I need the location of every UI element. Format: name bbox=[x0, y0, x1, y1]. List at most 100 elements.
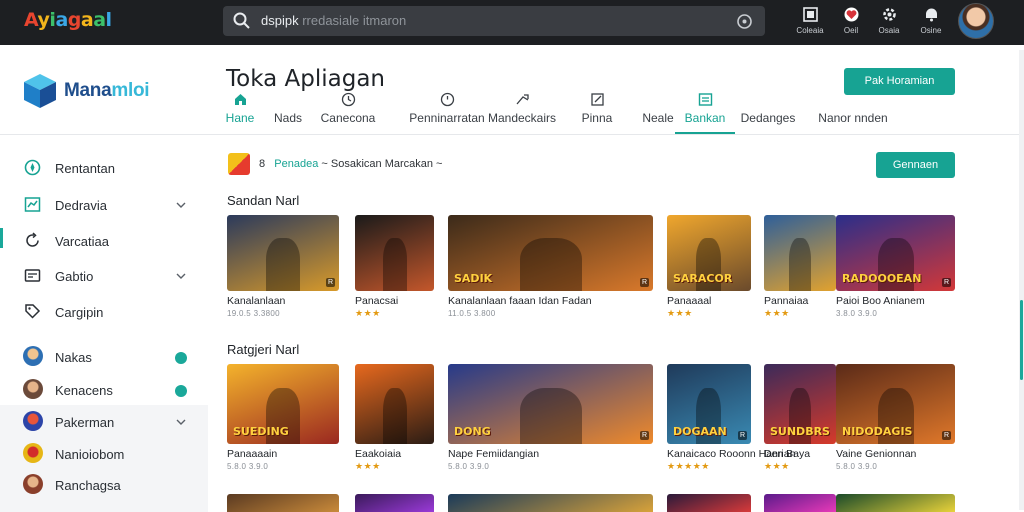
app-thumbnail[interactable]: DOGAAN R bbox=[667, 364, 751, 444]
app-thumbnail[interactable]: RADOOOEAN R bbox=[836, 215, 955, 291]
tab-label: Dedanges bbox=[740, 111, 796, 125]
search-input[interactable]: dspipk rredasiale itmaron bbox=[261, 13, 406, 28]
sidebar-person-kenacens[interactable]: Kenacens bbox=[0, 373, 208, 407]
tab-pinna[interactable]: Pinna bbox=[575, 92, 619, 134]
app-card-title[interactable]: Nape Femiidangian bbox=[448, 448, 539, 460]
app-thumbnail[interactable]: NIDODAGIS R bbox=[836, 364, 955, 444]
app-thumbnail[interactable] bbox=[764, 215, 836, 291]
app-thumbnail[interactable]: SADIK R bbox=[448, 215, 653, 291]
sidebar-item-dedravia[interactable]: Dedravia bbox=[0, 188, 208, 222]
top-bar: Ayiagaal dspipk rredasiale itmaron Colea… bbox=[0, 0, 1024, 45]
tab-label: Nanor nnden bbox=[818, 111, 888, 125]
star-rating: ★★★ bbox=[764, 308, 790, 318]
app-card-title[interactable]: Kanalanlaan faaan Idan Fadan bbox=[448, 295, 592, 307]
app-thumbnail[interactable] bbox=[355, 364, 434, 444]
app-card-title[interactable]: Vaine Genionnan bbox=[836, 448, 916, 460]
primary-action-button[interactable]: Pak Horamian bbox=[844, 68, 955, 95]
star-rating: ★★★★★ bbox=[667, 461, 710, 471]
app-card-title[interactable]: Eaakoiaia bbox=[355, 448, 401, 460]
sidebar-person-nanioiobom[interactable]: Nanioiobom bbox=[0, 437, 208, 471]
tab-bankan[interactable]: Bankan bbox=[675, 92, 735, 134]
app-card[interactable]: Pannaiaa ★★★ bbox=[764, 215, 836, 321]
tab-canecona[interactable]: Canecona bbox=[320, 92, 376, 134]
tab-nads[interactable]: Nads bbox=[268, 92, 308, 134]
app-card-meta: 5.8.0 3.9.0 bbox=[227, 462, 269, 471]
app-thumbnail[interactable]: SARACOR bbox=[667, 215, 751, 291]
rating-badge: R bbox=[737, 431, 747, 440]
top-nav-apps[interactable]: Coleaia bbox=[792, 6, 828, 35]
sidebar-item-gabtio[interactable]: Gabtio bbox=[0, 259, 208, 293]
sidebar-person-nakas[interactable]: Nakas bbox=[0, 340, 208, 374]
app-card[interactable]: NIDODAGIS R Vaine Genionnan 5.8.0 3.9.0 bbox=[836, 364, 955, 474]
app-thumbnail[interactable] bbox=[355, 494, 434, 512]
tag-icon bbox=[25, 304, 41, 319]
app-card-title[interactable]: Den Baya bbox=[764, 448, 810, 460]
avatar bbox=[23, 379, 43, 399]
breadcrumb-rest[interactable]: ~ Sosakican Marcakan ~ bbox=[321, 158, 442, 170]
tab-bar: Hane Nads Canecona Penninarratan Mandeck… bbox=[220, 92, 920, 134]
avatar bbox=[23, 474, 43, 494]
app-thumbnail[interactable]: DONG R bbox=[448, 364, 653, 444]
app-thumbnail[interactable]: SUNDBRS bbox=[764, 364, 836, 444]
app-thumbnail[interactable] bbox=[355, 215, 434, 291]
chevron-down-icon[interactable] bbox=[176, 417, 186, 427]
sidebar-person-pakerman[interactable]: Pakerman bbox=[0, 405, 208, 439]
scrollbar-thumb[interactable] bbox=[1020, 300, 1023, 380]
app-card-title[interactable]: Panaaaain bbox=[227, 448, 277, 460]
tab-neale[interactable]: Neale bbox=[638, 92, 678, 134]
sidebar-item-label: Varcatiaa bbox=[55, 234, 109, 249]
app-thumbnail[interactable] bbox=[667, 494, 751, 512]
app-card[interactable]: SADIK R Kanalanlaan faaan Idan Fadan 11.0.5… bbox=[448, 215, 653, 321]
settings-icon bbox=[882, 8, 896, 21]
tab-nanor-nnden[interactable]: Nanor nnden bbox=[814, 92, 892, 134]
app-thumbnail[interactable]: R bbox=[227, 215, 339, 291]
sidebar-item-cargipin[interactable]: Cargipin bbox=[0, 295, 208, 329]
app-thumbnail[interactable] bbox=[836, 494, 955, 512]
sidebar-person-ranchagsa[interactable]: Ranchagsa bbox=[0, 468, 208, 502]
breadcrumb-count: 8 bbox=[259, 158, 266, 170]
section-action-button[interactable]: Gennaen bbox=[876, 152, 955, 178]
app-card[interactable]: SUNDBRS Den Baya ★★★ bbox=[764, 364, 836, 474]
user-avatar[interactable] bbox=[958, 3, 994, 39]
tab-mandeckairs[interactable]: Mandeckairs bbox=[484, 92, 560, 134]
app-card[interactable]: SUEDING Panaaaain 5.8.0 3.9.0 bbox=[227, 364, 339, 474]
chevron-down-icon[interactable] bbox=[176, 271, 186, 281]
sidebar-person-label: Pakerman bbox=[55, 415, 115, 430]
top-nav-label: Osine bbox=[920, 26, 942, 35]
top-nav-notifications[interactable]: Osine bbox=[913, 6, 949, 35]
app-card-title[interactable]: Kanalanlaan bbox=[227, 295, 285, 307]
app-card[interactable]: Panacsai ★★★ bbox=[355, 215, 434, 321]
app-card-title[interactable]: Paioi Boo Anianem bbox=[836, 295, 925, 307]
app-card-title[interactable]: Panacsai bbox=[355, 295, 398, 307]
chevron-down-icon[interactable] bbox=[176, 200, 186, 210]
app-card[interactable]: SARACOR Panaaaal ★★★ bbox=[667, 215, 751, 321]
app-thumbnail[interactable] bbox=[227, 494, 339, 512]
artwork-title: SARACOR bbox=[673, 272, 733, 285]
artwork-title: SUNDBRS bbox=[770, 425, 830, 438]
sidebar-person-label: Nanioiobom bbox=[55, 447, 125, 462]
tab-dedanges[interactable]: Dedanges bbox=[738, 92, 798, 134]
rating-badge: R bbox=[941, 278, 951, 287]
app-card[interactable]: DONG R Nape Femiidangian 5.8.0 3.9.0 bbox=[448, 364, 653, 474]
app-thumbnail[interactable] bbox=[448, 494, 653, 512]
voice-search-icon[interactable] bbox=[736, 13, 753, 30]
sidebar-item-rentantan[interactable]: Rentantan bbox=[0, 151, 208, 185]
app-card[interactable]: R Kanalanlaan 19.0.5 3.3800 bbox=[227, 215, 339, 321]
app-thumbnail[interactable]: SUEDING bbox=[227, 364, 339, 444]
sidebar-item-varcatiaa[interactable]: Varcatiaa bbox=[0, 224, 208, 258]
breadcrumb-link[interactable]: Penadea bbox=[274, 158, 318, 170]
app-logo[interactable]: Ayiagaal bbox=[24, 9, 112, 31]
top-nav-favorites[interactable]: Oeil bbox=[833, 6, 869, 35]
app-card-title[interactable]: Pannaiaa bbox=[764, 295, 808, 307]
app-card[interactable]: RADOOOEAN R Paioi Boo Anianem 3.8.0 3.9.0 bbox=[836, 215, 955, 321]
search-bar[interactable]: dspipk rredasiale itmaron bbox=[223, 6, 765, 36]
edit-icon bbox=[590, 93, 604, 106]
app-card-title[interactable]: Panaaaal bbox=[667, 295, 711, 307]
scrollbar-track[interactable] bbox=[1019, 50, 1024, 510]
top-nav-settings[interactable]: Osaia bbox=[871, 6, 907, 35]
app-card[interactable]: DOGAAN R Kanaicaco Rooonn Hanrian ★★★★★ bbox=[667, 364, 795, 474]
app-thumbnail[interactable] bbox=[764, 494, 836, 512]
app-card[interactable]: Eaakoiaia ★★★ bbox=[355, 364, 434, 474]
tab-hane[interactable]: Hane bbox=[222, 92, 258, 134]
brand-logo[interactable]: Manamloi bbox=[22, 72, 192, 112]
